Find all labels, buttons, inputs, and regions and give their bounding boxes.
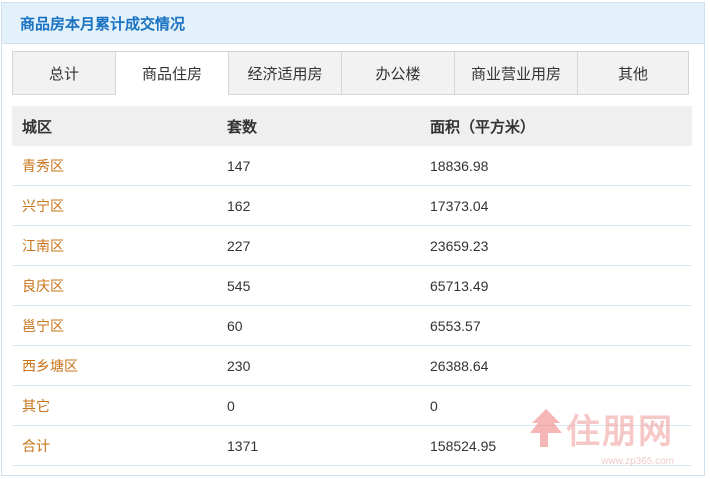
units-cell: 227: [227, 237, 251, 254]
tab-other[interactable]: 其他: [578, 52, 688, 94]
units-cell: 147: [227, 157, 251, 174]
tab-office[interactable]: 办公楼: [342, 52, 455, 94]
units-cell: 1371: [227, 437, 259, 454]
district-link[interactable]: 良庆区: [12, 276, 217, 296]
district-link[interactable]: 西乡塘区: [12, 356, 217, 376]
brand-watermark: 住朋网 www.zp365.com: [526, 404, 674, 467]
category-tabs: 总计 商品住房 经济适用房 办公楼 商业营业用房 其他: [12, 51, 689, 95]
units-cell: 230: [227, 357, 251, 374]
panel-title: 商品房本月累计成交情况: [20, 15, 186, 33]
area-cell: 23659.23: [430, 237, 489, 254]
district-link[interactable]: 邕宁区: [12, 316, 217, 336]
watermark-url: www.zp365.com: [601, 456, 674, 467]
district-link[interactable]: 兴宁区: [12, 196, 217, 216]
area-cell: 65713.49: [430, 277, 489, 294]
column-header-area: 面积（平方米）: [430, 118, 536, 136]
tab-affordable-housing[interactable]: 经济适用房: [229, 52, 342, 94]
district-link[interactable]: 其它: [12, 396, 217, 416]
table-row: 西乡塘区 230 26388.64: [12, 346, 692, 386]
units-cell: 162: [227, 197, 251, 214]
table-row: 江南区 227 23659.23: [12, 226, 692, 266]
column-header-units: 套数: [227, 118, 258, 136]
watermark-brand: 住朋网: [566, 413, 674, 451]
table-row: 邕宁区 60 6553.57: [12, 306, 692, 346]
table-header: 城区 套数 面积（平方米）: [12, 106, 692, 146]
district-link[interactable]: 江南区: [12, 236, 217, 256]
table-row: 青秀区 147 18836.98: [12, 146, 692, 186]
table-row: 良庆区 545 65713.49: [12, 266, 692, 306]
tab-commercial-business[interactable]: 商业营业用房: [455, 52, 578, 94]
district-link[interactable]: 青秀区: [12, 156, 217, 176]
column-header-district: 城区: [22, 118, 53, 136]
total-label: 合计: [22, 437, 50, 454]
units-cell: 0: [227, 397, 235, 414]
table-row: 兴宁区 162 17373.04: [12, 186, 692, 226]
brand-logo-icon: [530, 408, 562, 447]
tab-commercial-housing[interactable]: 商品住房: [116, 52, 229, 95]
panel-header: 商品房本月累计成交情况: [2, 3, 704, 44]
area-cell: 6553.57: [430, 317, 481, 334]
area-cell: 17373.04: [430, 197, 489, 214]
tab-total[interactable]: 总计: [13, 52, 116, 94]
area-cell: 26388.64: [430, 357, 489, 374]
units-cell: 60: [227, 317, 243, 334]
units-cell: 545: [227, 277, 251, 294]
area-cell: 18836.98: [430, 157, 489, 174]
